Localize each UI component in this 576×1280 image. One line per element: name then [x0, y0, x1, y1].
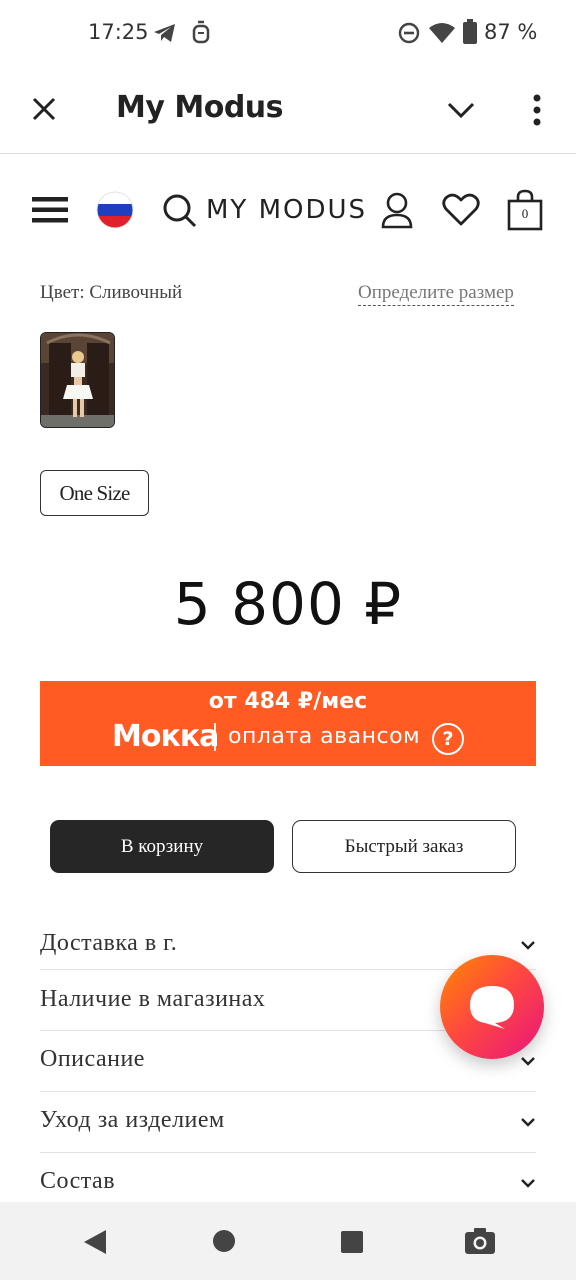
screenshot-camera-icon[interactable]: [464, 1226, 496, 1256]
do-not-disturb-icon: [398, 22, 420, 44]
accordion-label: Наличие в магазинах: [40, 986, 266, 1012]
wifi-icon: [429, 23, 455, 43]
recent-apps-icon[interactable]: [340, 1230, 364, 1254]
color-swatch-thumbnail[interactable]: [40, 332, 115, 428]
accordion-composition[interactable]: Состав: [40, 1153, 536, 1202]
chat-button[interactable]: [440, 955, 544, 1059]
app-notification-icon: [192, 20, 210, 44]
chevron-down-icon: [521, 1057, 535, 1066]
app-title: My Modus: [116, 90, 284, 125]
mokka-logo: Мокка: [112, 719, 219, 754]
chevron-down-icon[interactable]: [446, 100, 476, 120]
search-icon[interactable]: [162, 193, 198, 229]
chevron-down-icon: [521, 1118, 535, 1127]
brand-logo[interactable]: MY MODUS: [206, 195, 367, 225]
mokka-installment-banner[interactable]: от 484 ₽/мес Мокка оплата авансом ?: [40, 681, 536, 766]
menu-icon[interactable]: [32, 195, 68, 225]
more-options-icon[interactable]: [530, 94, 544, 126]
chevron-down-icon: [521, 1179, 535, 1188]
close-icon[interactable]: [31, 96, 57, 122]
accordion-label: Состав: [40, 1168, 116, 1194]
app-bar: My Modus: [0, 66, 576, 154]
accordion-label: Уход за изделием: [40, 1107, 225, 1133]
cart-button[interactable]: 0: [506, 189, 544, 231]
size-option-button[interactable]: One Size: [40, 470, 149, 516]
chat-bubble-icon: [470, 986, 514, 1029]
russia-flag-icon[interactable]: [96, 191, 134, 229]
wishlist-heart-icon[interactable]: [442, 193, 480, 227]
accordion-label: Доставка в г.: [40, 930, 178, 956]
mokka-separator: [214, 723, 216, 751]
back-icon[interactable]: [82, 1228, 108, 1256]
accordion-label: Описание: [40, 1046, 145, 1072]
color-label: Цвет: Сливочный: [40, 282, 183, 303]
mokka-installment-amount: от 484 ₽/мес: [208, 689, 368, 714]
add-to-cart-button[interactable]: В корзину: [50, 820, 274, 873]
telegram-icon: [154, 24, 175, 42]
product-photo: [41, 333, 114, 427]
status-time: 17:25: [88, 20, 149, 44]
quick-order-button[interactable]: Быстрый заказ: [292, 820, 516, 873]
help-icon[interactable]: ?: [432, 723, 464, 755]
battery-percentage: 87 %: [484, 20, 538, 44]
accordion-delivery[interactable]: Доставка в г.: [40, 920, 536, 970]
accordion-care[interactable]: Уход за изделием: [40, 1092, 536, 1153]
cart-count: 0: [521, 206, 529, 221]
battery-icon: [463, 19, 477, 44]
mokka-payment-text: оплата авансом: [228, 724, 421, 749]
size-guide-link[interactable]: Определите размер: [358, 282, 514, 306]
status-bar: 17:25 87 %: [0, 0, 576, 66]
product-price: 5 800 ₽: [173, 570, 403, 638]
system-navigation-bar: [0, 1202, 576, 1280]
home-icon[interactable]: [212, 1229, 236, 1253]
site-header: MY MODUS 0: [0, 155, 576, 265]
chevron-down-icon: [521, 941, 535, 950]
account-icon[interactable]: [380, 191, 414, 231]
